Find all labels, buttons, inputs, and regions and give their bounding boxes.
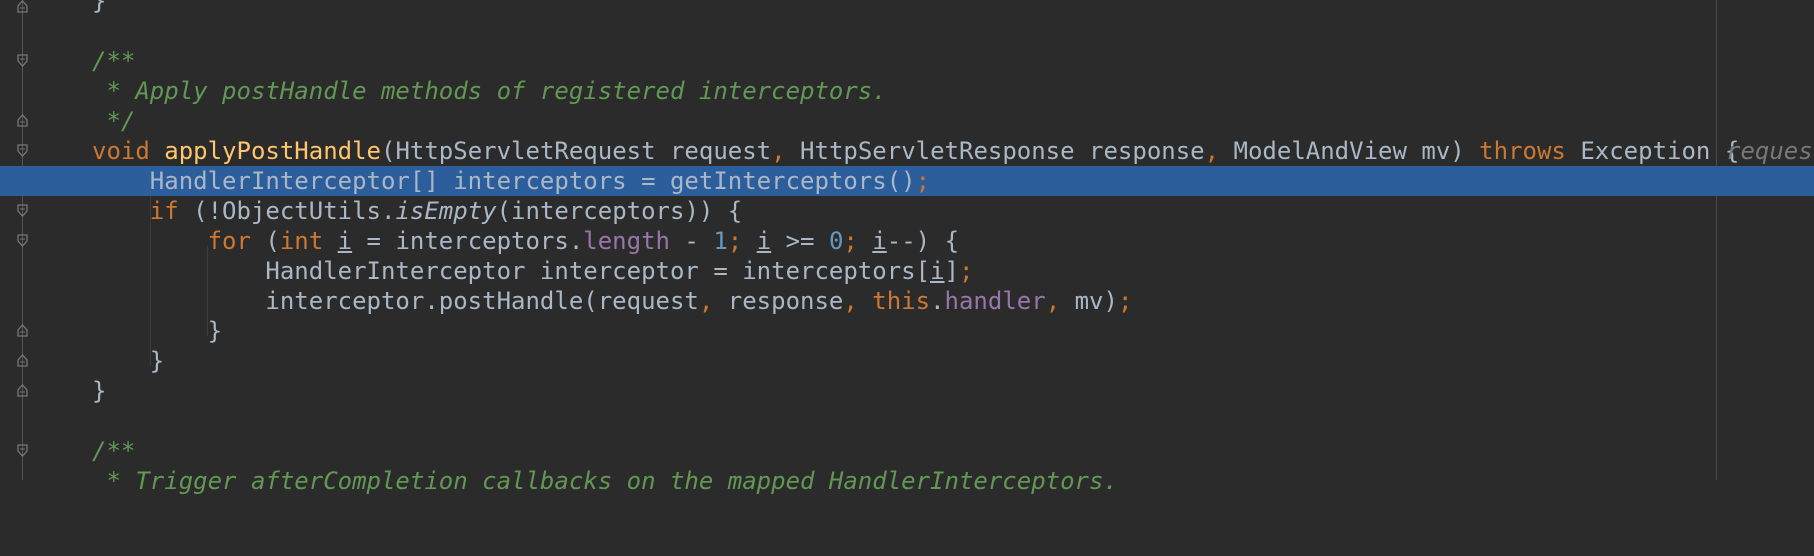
code-line[interactable]: /** bbox=[0, 46, 1814, 76]
code-line[interactable]: * Trigger afterCompletion callbacks on t… bbox=[0, 466, 1814, 496]
doc-comment-end: */ bbox=[92, 107, 136, 135]
closing-brace: } bbox=[92, 0, 107, 15]
code-line[interactable]: for (int i = interceptors.length - 1; i … bbox=[0, 226, 1814, 256]
param-request: (HttpServletRequest request bbox=[381, 137, 772, 165]
code-line[interactable]: /** bbox=[0, 436, 1814, 466]
variable-i: i bbox=[872, 227, 887, 255]
comma: , bbox=[843, 287, 873, 315]
field-length: length bbox=[583, 227, 670, 255]
code-line[interactable]: } bbox=[0, 376, 1814, 406]
method-name: applyPostHandle bbox=[164, 137, 381, 165]
code-fragment: (!ObjectUtils. bbox=[193, 197, 396, 225]
closing-brace: } bbox=[92, 347, 165, 375]
doc-comment-start: /** bbox=[92, 47, 136, 75]
comma: , bbox=[1045, 287, 1075, 315]
doc-comment-text: * Trigger afterCompletion callbacks on t… bbox=[92, 467, 1118, 495]
code-line[interactable]: */ bbox=[0, 106, 1814, 136]
method-signature: void applyPostHandle(HttpServletRequest … bbox=[92, 136, 1739, 166]
code-text: for (int i = interceptors.length - 1; i … bbox=[92, 226, 959, 256]
number-literal: 0 bbox=[828, 227, 844, 255]
keyword-if: if bbox=[92, 197, 194, 225]
semicolon: ; bbox=[727, 227, 757, 255]
comma: , bbox=[698, 287, 728, 315]
code-fragment: HandlerInterceptor interceptor = interce… bbox=[92, 257, 931, 285]
closing-brace: } bbox=[92, 377, 107, 405]
doc-comment-text: * Apply postHandle methods of registered… bbox=[92, 77, 887, 105]
code-line[interactable]: } bbox=[0, 0, 1814, 16]
keyword-throws: throws bbox=[1479, 137, 1581, 165]
code-fragment: ( bbox=[265, 227, 280, 255]
semicolon: ; bbox=[958, 257, 974, 285]
code-editor[interactable]: } /** * Apply postHandle methods of regi… bbox=[0, 0, 1814, 495]
variable-i: i bbox=[337, 227, 353, 255]
code-text: HandlerInterceptor[] interceptors = getI… bbox=[92, 166, 930, 196]
doc-comment-start: /** bbox=[92, 437, 136, 465]
keyword-void: void bbox=[92, 137, 165, 165]
variable-i: i bbox=[930, 257, 945, 285]
semicolon: ; bbox=[915, 167, 931, 195]
field-handler: handler bbox=[944, 287, 1046, 315]
code-fragment: >= bbox=[771, 227, 829, 255]
keyword-int: int bbox=[279, 227, 338, 255]
keyword-this: this bbox=[872, 287, 931, 315]
code-fragment: = interceptors. bbox=[352, 227, 584, 255]
semicolon: ; bbox=[1117, 287, 1133, 315]
code-line[interactable]: } bbox=[0, 346, 1814, 376]
statement: HandlerInterceptor[] interceptors = getI… bbox=[92, 167, 916, 195]
code-fragment: --) { bbox=[886, 227, 960, 255]
method-signature-line[interactable]: void applyPostHandle(HttpServletRequest … bbox=[0, 136, 1814, 166]
inlay-hint: request bbox=[1726, 137, 1814, 165]
code-fragment: response bbox=[727, 287, 844, 315]
comma: , bbox=[771, 137, 801, 165]
code-text: interceptor.postHandle(request, response… bbox=[92, 286, 1132, 316]
code-line[interactable]: } bbox=[0, 316, 1814, 346]
param-mv: ModelAndView mv) bbox=[1233, 137, 1480, 165]
code-fragment: - bbox=[669, 227, 714, 255]
semicolon: ; bbox=[843, 227, 873, 255]
code-text: HandlerInterceptor interceptor = interce… bbox=[92, 256, 973, 286]
current-line[interactable]: HandlerInterceptor[] interceptors = getI… bbox=[0, 166, 1814, 196]
closing-brace: } bbox=[92, 317, 223, 345]
number-literal: 1 bbox=[713, 227, 728, 255]
comma: , bbox=[1204, 137, 1234, 165]
code-line[interactable]: interceptor.postHandle(request, response… bbox=[0, 286, 1814, 316]
code-line[interactable]: * Apply postHandle methods of registered… bbox=[0, 76, 1814, 106]
static-method-call: isEmpty bbox=[395, 197, 497, 225]
param-response: HttpServletResponse response bbox=[800, 137, 1205, 165]
code-fragment: mv) bbox=[1074, 287, 1118, 315]
code-fragment: interceptor.postHandle(request bbox=[92, 287, 699, 315]
code-fragment: (interceptors)) { bbox=[496, 197, 743, 225]
keyword-for: for bbox=[92, 227, 266, 255]
code-line[interactable]: HandlerInterceptor interceptor = interce… bbox=[0, 256, 1814, 286]
code-text: if (!ObjectUtils.isEmpty(interceptors)) … bbox=[92, 196, 742, 226]
exception-type: Exception { bbox=[1580, 137, 1740, 165]
code-line[interactable]: if (!ObjectUtils.isEmpty(interceptors)) … bbox=[0, 196, 1814, 226]
code-fragment: ] bbox=[944, 257, 959, 285]
code-fragment: . bbox=[930, 287, 945, 315]
variable-i: i bbox=[756, 227, 772, 255]
